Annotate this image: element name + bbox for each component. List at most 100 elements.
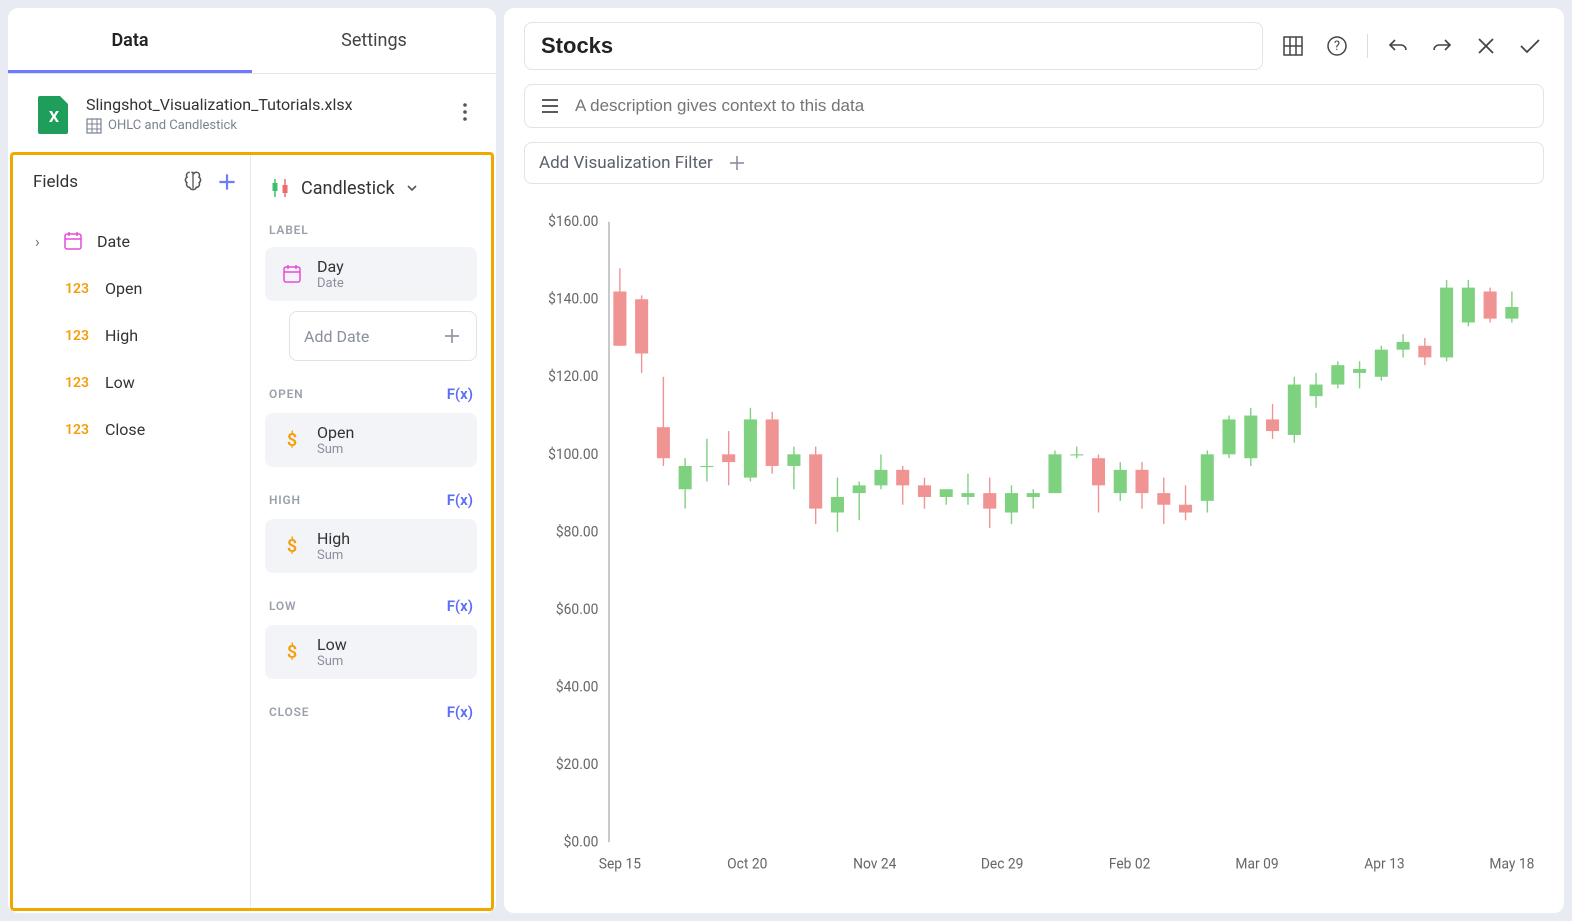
dollar-icon: $ [282, 430, 302, 450]
dollar-icon: $ [282, 536, 302, 556]
add-filter-label: Add Visualization Filter [539, 153, 713, 173]
svg-text:$160.00: $160.00 [548, 213, 598, 230]
calendar-icon [282, 264, 302, 284]
confirm-button[interactable] [1516, 32, 1544, 60]
candlestick-chart: $0.00 $20.00 $40.00 $60.00 $80.00 $100.00 $120… [524, 194, 1544, 903]
section-high-title: HIGH [269, 493, 301, 507]
field-label: Close [105, 420, 145, 439]
datasource-name: Slingshot_Visualization_Tutorials.xlsx [86, 95, 442, 114]
tabs: Data Settings [8, 8, 496, 74]
undo-button[interactable] [1384, 32, 1412, 60]
low-chip[interactable]: $ LowSum [265, 625, 477, 679]
number-type-icon: 123 [63, 375, 91, 391]
plus-icon [442, 326, 462, 346]
field-label: Date [97, 232, 130, 251]
low-chip-sub: Sum [317, 654, 347, 669]
fields-title: Fields [33, 172, 172, 192]
label-chip-label: Day [317, 257, 344, 276]
left-panel: Data Settings X Slingshot_Visualization_… [8, 8, 496, 913]
fields-config-highlight: Fields ›Date 123 Open 123 High 123 Low 123 Close… [10, 152, 494, 911]
field-label: Low [105, 373, 135, 392]
help-button[interactable]: ? [1323, 32, 1351, 60]
svg-text:Dec 29: Dec 29 [981, 856, 1024, 872]
redo-button[interactable] [1428, 32, 1456, 60]
open-chip[interactable]: $ OpenSum [265, 413, 477, 467]
svg-text:Feb 02: Feb 02 [1109, 856, 1151, 872]
grid-layout-button[interactable] [1279, 32, 1307, 60]
open-chip-sub: Sum [317, 442, 354, 457]
svg-text:May 18: May 18 [1489, 856, 1534, 872]
svg-text:X: X [49, 107, 59, 126]
number-type-icon: 123 [63, 328, 91, 344]
description-input[interactable] [575, 96, 1529, 116]
field-item-open[interactable]: 123 Open [13, 265, 250, 312]
dollar-icon: $ [282, 642, 302, 662]
section-low-title: LOW [269, 599, 296, 613]
svg-text:Sep 15: Sep 15 [599, 856, 641, 872]
excel-file-icon: X [36, 94, 72, 134]
high-chip-sub: Sum [317, 548, 350, 563]
field-list: ›Date 123 Open 123 High 123 Low 123 Close [13, 209, 250, 461]
svg-text:Apr 13: Apr 13 [1364, 856, 1404, 872]
hamburger-icon[interactable] [539, 95, 561, 117]
grid-icon [86, 118, 102, 134]
high-chip[interactable]: $ HighSum [265, 519, 477, 573]
label-chip-sub: Date [317, 276, 344, 291]
svg-text:$80.00: $80.00 [556, 523, 599, 540]
field-item-date[interactable]: ›Date [13, 217, 250, 265]
svg-text:Mar 09: Mar 09 [1235, 856, 1278, 872]
fx-close[interactable]: F(x) [447, 703, 473, 721]
tab-data[interactable]: Data [8, 8, 252, 73]
header: ? [524, 22, 1544, 70]
field-item-low[interactable]: 123 Low [13, 359, 250, 406]
right-panel: ? Add Visualization Filter $0.00 $20.00 $4… [504, 8, 1564, 913]
close-button[interactable] [1472, 32, 1500, 60]
field-item-close[interactable]: 123 Close [13, 406, 250, 453]
svg-text:$60.00: $60.00 [556, 601, 599, 618]
svg-text:$40.00: $40.00 [556, 678, 599, 695]
tab-settings[interactable]: Settings [252, 8, 496, 73]
fx-high[interactable]: F(x) [447, 491, 473, 509]
svg-text:$0.00: $0.00 [564, 833, 599, 850]
visualization-type-label: Candlestick [301, 178, 395, 199]
section-close-title: CLOSE [269, 705, 309, 719]
svg-text:Nov 24: Nov 24 [853, 856, 896, 872]
field-label: Open [105, 279, 142, 298]
svg-text:$: $ [287, 536, 297, 556]
brain-icon[interactable] [180, 169, 206, 195]
svg-text:?: ? [1334, 39, 1340, 54]
number-type-icon: 123 [63, 281, 91, 297]
description-row [524, 84, 1544, 128]
plus-icon [727, 153, 747, 173]
high-chip-label: High [317, 529, 350, 548]
label-chip-day[interactable]: DayDate [265, 247, 477, 301]
field-item-high[interactable]: 123 High [13, 312, 250, 359]
chart-area: $0.00 $20.00 $40.00 $60.00 $80.00 $100.00 $120… [524, 194, 1544, 903]
add-filter-button[interactable]: Add Visualization Filter [524, 142, 1544, 184]
add-field-button[interactable] [214, 169, 240, 195]
add-date-label: Add Date [304, 327, 369, 346]
datasource-row: X Slingshot_Visualization_Tutorials.xlsx… [8, 74, 496, 152]
config-column: Candlestick LABEL DayDate Add Date OPEN F… [251, 155, 491, 908]
calendar-icon [63, 231, 83, 251]
number-type-icon: 123 [63, 422, 91, 438]
add-date-button[interactable]: Add Date [289, 311, 477, 361]
svg-text:$20.00: $20.00 [556, 756, 599, 773]
svg-text:$100.00: $100.00 [548, 445, 598, 462]
svg-text:$: $ [287, 430, 297, 450]
datasource-menu-button[interactable] [456, 96, 474, 132]
section-open-title: OPEN [269, 387, 303, 401]
section-label-title: LABEL [269, 223, 308, 237]
open-chip-label: Open [317, 423, 354, 442]
datasource-sheet: OHLC and Candlestick [108, 118, 237, 133]
fx-open[interactable]: F(x) [447, 385, 473, 403]
fx-low[interactable]: F(x) [447, 597, 473, 615]
svg-text:$140.00: $140.00 [548, 290, 598, 307]
field-label: High [105, 326, 138, 345]
svg-text:$120.00: $120.00 [548, 368, 598, 385]
visualization-type-selector[interactable]: Candlestick [265, 169, 477, 217]
candlestick-icon [269, 177, 291, 199]
low-chip-label: Low [317, 635, 347, 654]
svg-text:$: $ [287, 642, 297, 662]
visualization-title-input[interactable] [524, 22, 1263, 70]
